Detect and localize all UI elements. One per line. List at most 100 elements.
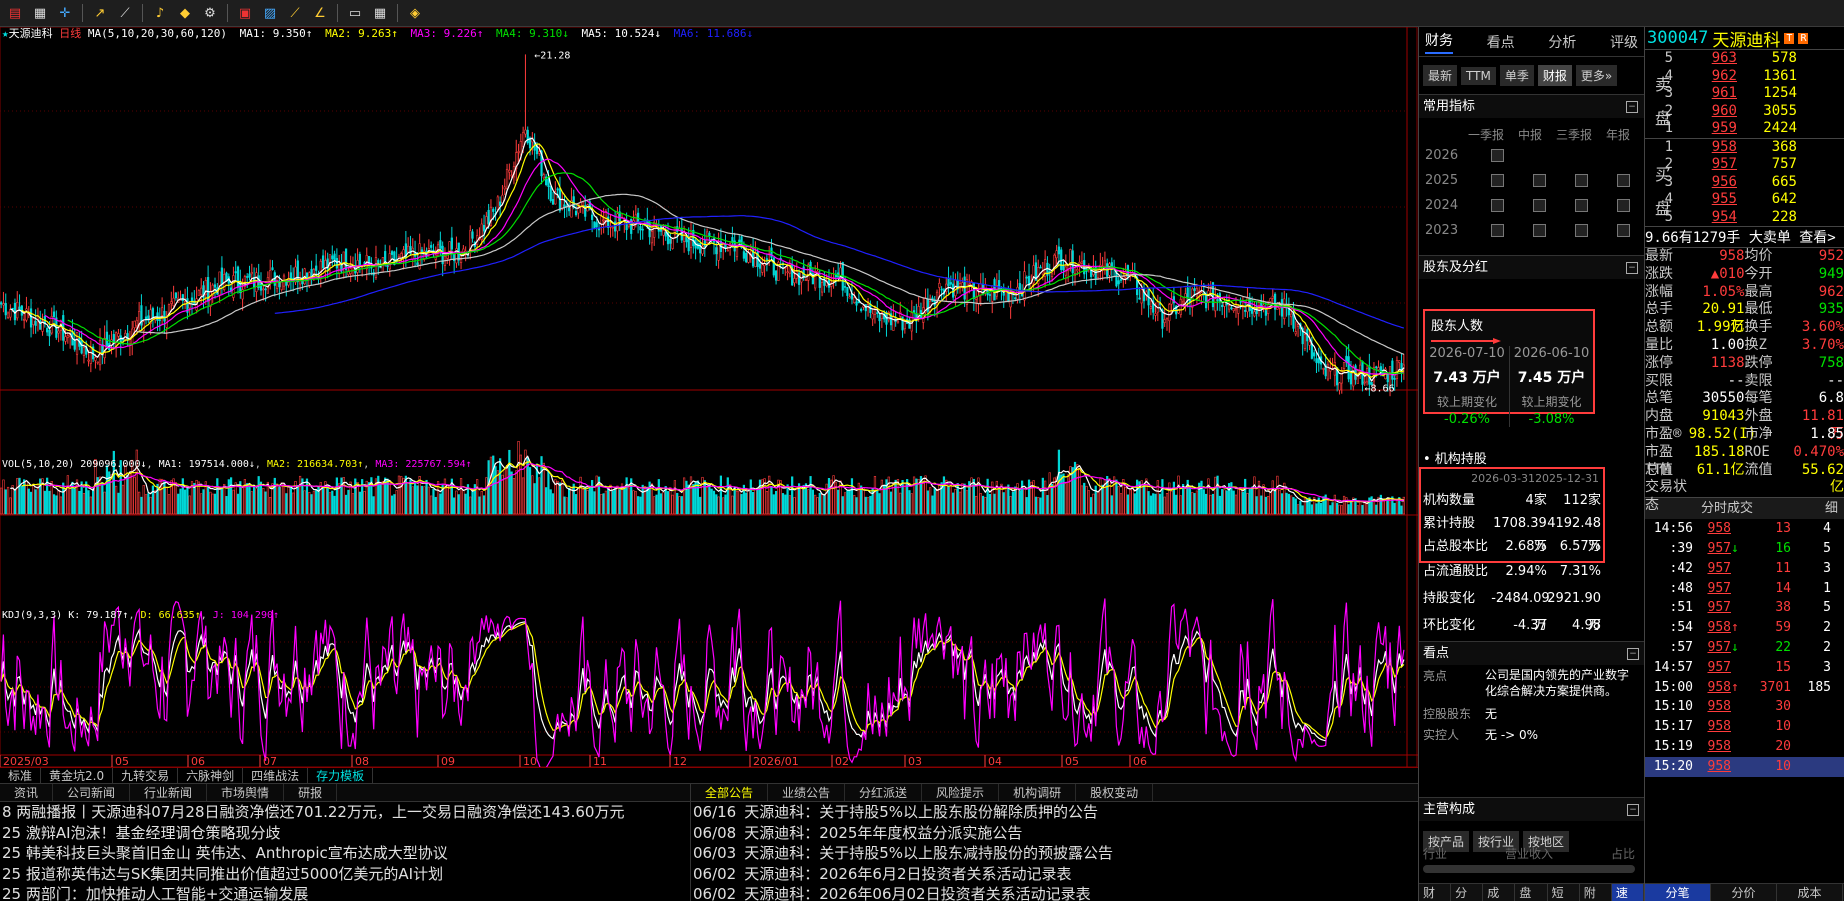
document-icon[interactable]: [1490, 199, 1504, 212]
line-tool-icon[interactable]: ⟋: [114, 3, 136, 23]
diamond-icon[interactable]: ◈: [404, 3, 426, 23]
business-scrollbar[interactable]: [1423, 865, 1635, 873]
template-tab[interactable]: 标准: [0, 768, 42, 783]
tick-row[interactable]: :39 957 ↓ 16 5: [1645, 539, 1844, 559]
picture-icon[interactable]: ▨: [259, 3, 281, 23]
report-cell[interactable]: [1476, 199, 1518, 212]
news-tab[interactable]: 研报: [284, 784, 338, 801]
news-tab[interactable]: 风险提示: [922, 784, 1000, 801]
news-tab[interactable]: 机构调研: [999, 784, 1077, 801]
orderbook-row[interactable]: 2 957 757: [1645, 156, 1844, 174]
report-cell[interactable]: [1476, 174, 1518, 187]
bottom-tab[interactable]: 附图: [1580, 884, 1612, 901]
news-item[interactable]: 06/03 天源迪科：关于持股5%以上股东减持股份的预披露公告: [691, 843, 1418, 864]
settings-icon[interactable]: ⚙: [199, 3, 221, 23]
window-icon[interactable]: ▭: [344, 3, 366, 23]
orderbook-row[interactable]: 4 955 642: [1645, 191, 1844, 209]
tick-row[interactable]: :54 958 ↑ 59 2: [1645, 618, 1844, 638]
news-tab[interactable]: 股权变动: [1076, 784, 1154, 801]
calendar-icon[interactable]: ▦: [29, 3, 51, 23]
news-tab[interactable]: 公司新闻: [53, 784, 131, 801]
document-icon[interactable]: [1490, 174, 1504, 187]
news-tab[interactable]: 分红派送: [845, 784, 923, 801]
collapse-icon[interactable]: −: [1627, 647, 1639, 660]
orderbook-row[interactable]: 2 960 3055: [1645, 103, 1844, 121]
bell-icon[interactable]: ♪: [149, 3, 171, 23]
news-item[interactable]: 06/02 天源迪科：2026年06月02日投资者关系活动记录表: [691, 884, 1418, 901]
view-header[interactable]: 看点 −: [1419, 641, 1644, 665]
report-cell[interactable]: [1476, 224, 1518, 237]
news-item[interactable]: 25 两部门：加快推动人工智能+交通运输发展: [0, 884, 690, 901]
indicators-header[interactable]: 常用指标 −: [1419, 94, 1644, 118]
crosshair-icon[interactable]: ✛: [54, 3, 76, 23]
news-item[interactable]: 8 两融播报丨天源迪科07月28日融资净偿还701.22万元，上一交易日融资净偿…: [0, 802, 690, 823]
bottom-tab[interactable]: 财务: [1419, 884, 1452, 901]
report-cell[interactable]: [1560, 174, 1602, 187]
finance-tab[interactable]: 评级: [1610, 32, 1638, 52]
line-chart-icon[interactable]: ⟋: [284, 3, 306, 23]
document-icon[interactable]: [1574, 224, 1588, 237]
orderbook-row[interactable]: 3 961 1254: [1645, 85, 1844, 103]
report-cell[interactable]: [1476, 149, 1518, 162]
report-cell[interactable]: [1602, 224, 1644, 237]
orderbook-row[interactable]: 3 956 665: [1645, 174, 1844, 192]
template-tab[interactable]: 四维战法: [243, 768, 309, 783]
bottom-tab[interactable]: 速递: [1611, 884, 1644, 901]
bottom-tab[interactable]: 成本: [1777, 884, 1843, 901]
chart-canvas[interactable]: ←21.28 ←8.66 2025/03 05 06 07 08 09 10 11 12 2026/0…: [0, 27, 1418, 767]
orderbook-row[interactable]: 1 959 2424: [1645, 120, 1844, 138]
template-tab[interactable]: 存力模板: [308, 768, 374, 783]
finance-tab[interactable]: 分析: [1548, 32, 1576, 52]
app-logo-icon[interactable]: ▤: [4, 3, 26, 23]
bottom-tab[interactable]: 分笔: [1645, 884, 1711, 901]
document-icon[interactable]: [1616, 174, 1630, 187]
bottom-tab[interactable]: 分价: [1711, 884, 1777, 901]
news-item[interactable]: 06/08 天源迪科：2025年年度权益分派实施公告: [691, 823, 1418, 844]
finance-tab[interactable]: 看点: [1487, 32, 1515, 52]
document-icon[interactable]: [1532, 174, 1546, 187]
tick-row[interactable]: 15:10 958 30: [1645, 697, 1844, 717]
template-tab[interactable]: 黄金坑2.0: [41, 768, 114, 783]
news-tab[interactable]: 全部公告: [691, 784, 769, 801]
finance-subtab[interactable]: TTM: [1461, 66, 1496, 85]
collapse-icon[interactable]: −: [1626, 100, 1638, 113]
tick-row[interactable]: 15:20 958 10: [1645, 756, 1844, 777]
report-cell[interactable]: [1602, 199, 1644, 212]
document-icon[interactable]: [1490, 224, 1504, 237]
news-item[interactable]: 25 韩美科技巨头聚首旧金山 英伟达、Anthropic宣布达成大型协议: [0, 843, 690, 864]
tick-row[interactable]: 14:56 958 13 4: [1645, 519, 1844, 539]
finance-subtab[interactable]: 单季: [1499, 65, 1534, 86]
ticks-detail-button[interactable]: 细: [1825, 498, 1838, 519]
kline-chart-area[interactable]: ←21.28 ←8.66 2025/03 05 06 07 08 09 10 11 12 2026/0…: [0, 27, 1418, 767]
chart-period[interactable]: 日线: [59, 27, 81, 40]
news-tab[interactable]: 业绩公告: [768, 784, 846, 801]
report-cell[interactable]: [1602, 174, 1644, 187]
finance-tab[interactable]: 财务: [1425, 30, 1453, 54]
orderbook-row[interactable]: 4 962 1361: [1645, 68, 1844, 86]
tick-row[interactable]: 14:57 957 15 3: [1645, 658, 1844, 678]
tick-row[interactable]: 15:00 958 ↑ 3701 185: [1645, 678, 1844, 698]
finance-subtab[interactable]: 财报: [1537, 65, 1572, 86]
orderbook-row[interactable]: 1 958 368: [1645, 139, 1844, 157]
layout-icon[interactable]: ▦: [369, 3, 391, 23]
news-item[interactable]: 06/16 天源迪科：关于持股5%以上股东股份解除质押的公告: [691, 802, 1418, 823]
report-cell[interactable]: [1518, 174, 1560, 187]
finance-subtab[interactable]: 最新: [1423, 65, 1458, 86]
orderbook-row[interactable]: 5 954 228: [1645, 209, 1844, 227]
bottom-tab[interactable]: 盘口: [1515, 884, 1548, 901]
report-cell[interactable]: [1560, 224, 1602, 237]
tick-row[interactable]: :42 957 11 3: [1645, 559, 1844, 579]
bottom-tab[interactable]: 短线: [1548, 884, 1580, 901]
tick-row[interactable]: 15:19 958 20: [1645, 737, 1844, 757]
finance-subtab[interactable]: 更多»: [1575, 65, 1618, 86]
tick-row[interactable]: :51 957 38 5: [1645, 598, 1844, 618]
bottom-tab[interactable]: 成本: [1483, 884, 1516, 901]
tick-row[interactable]: 15:17 958 10: [1645, 717, 1844, 737]
tick-row[interactable]: :48 957 14 1: [1645, 579, 1844, 599]
report-cell[interactable]: [1518, 199, 1560, 212]
document-icon[interactable]: [1490, 149, 1504, 162]
news-tab[interactable]: 行业新闻: [130, 784, 208, 801]
report-cell[interactable]: [1560, 199, 1602, 212]
alarm-icon[interactable]: ◆: [174, 3, 196, 23]
bottom-tab[interactable]: 分价: [1451, 884, 1484, 901]
